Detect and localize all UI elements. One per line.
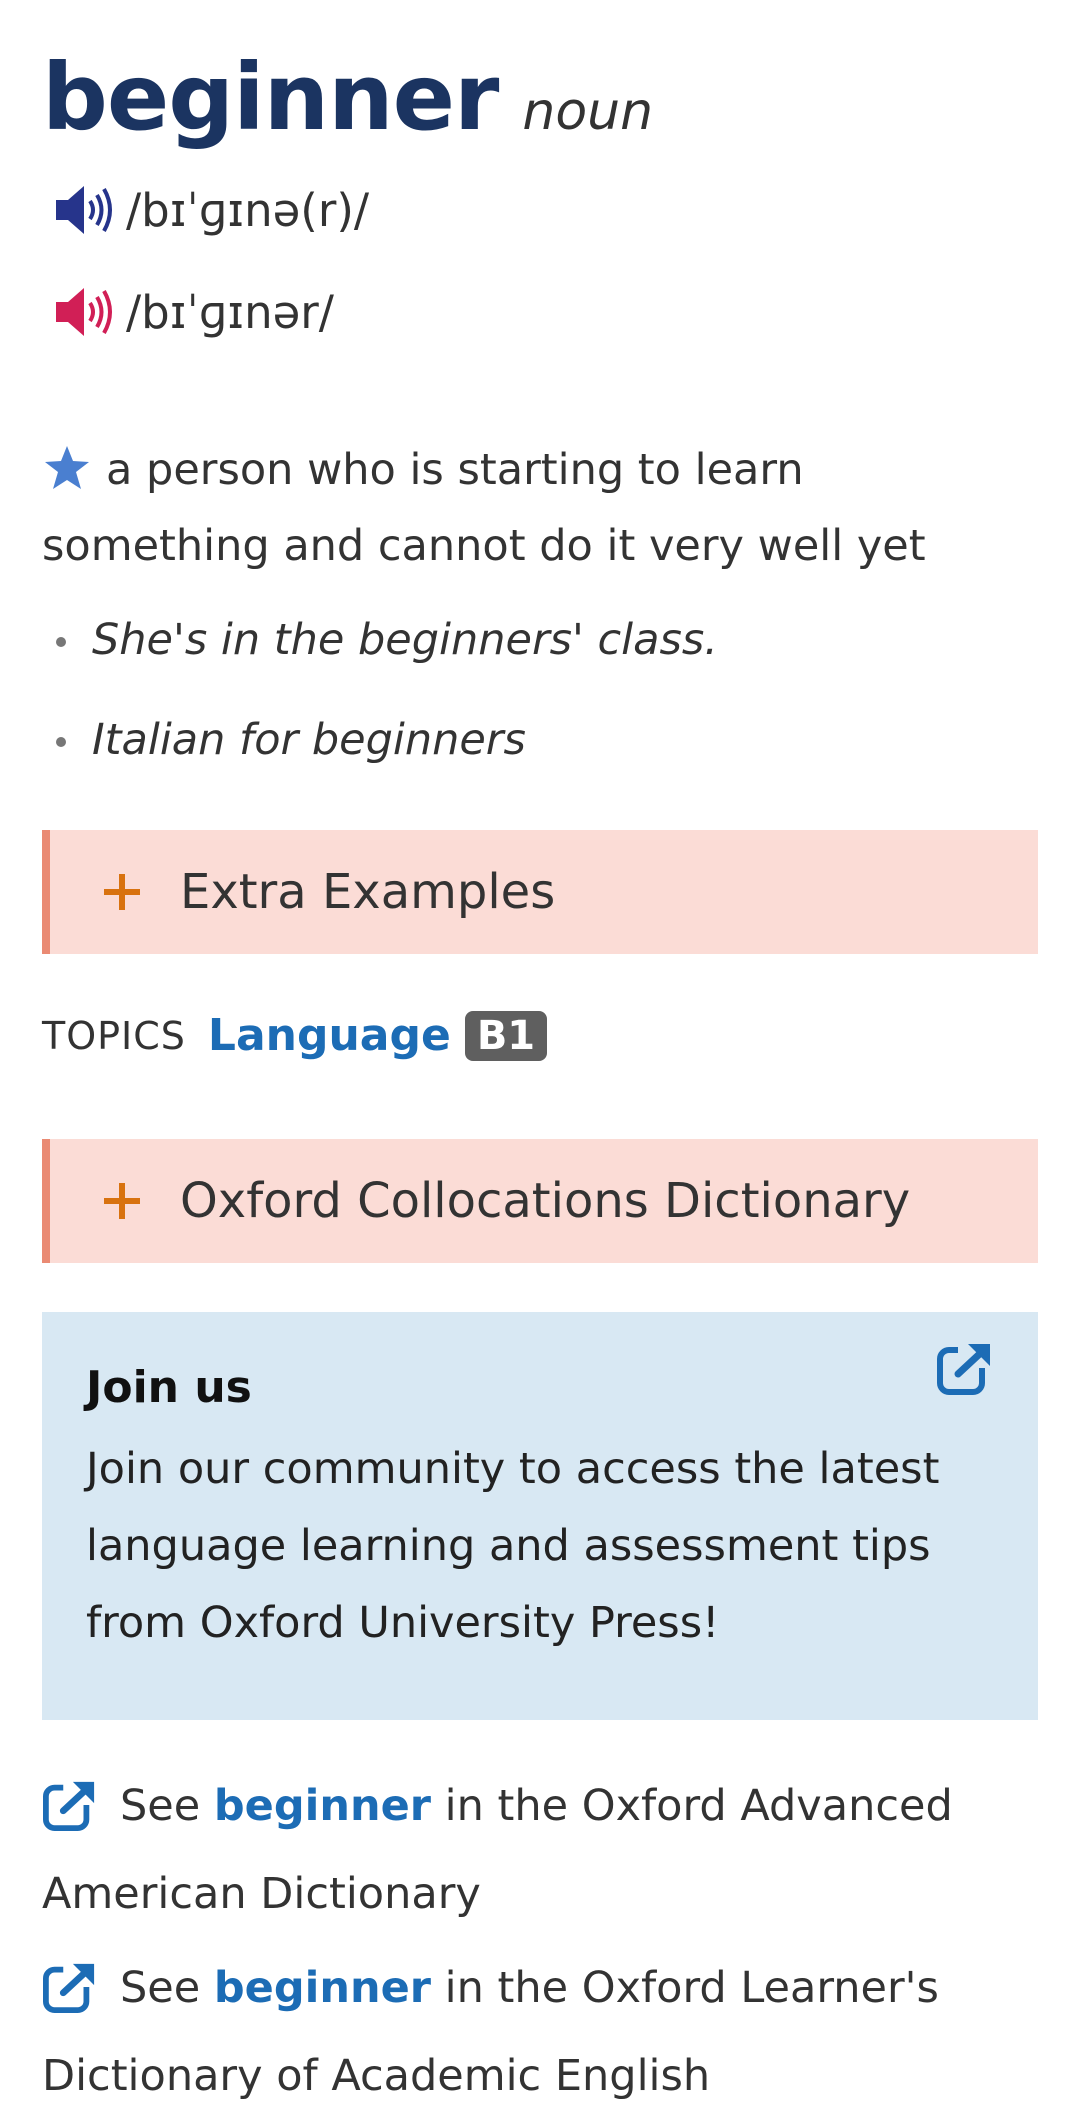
plus-icon <box>102 1181 142 1221</box>
extra-examples-expander[interactable]: Extra Examples <box>42 830 1038 954</box>
topics-row: TOPICS Language B1 <box>42 1010 548 1061</box>
example-sentence: Italian for beginners <box>42 700 1042 800</box>
topics-label: TOPICS <box>42 1013 186 1058</box>
external-link-icon[interactable] <box>936 1340 994 1396</box>
definition-text: a person who is starting to learn someth… <box>42 445 926 571</box>
definition: a person who is starting to learn someth… <box>42 432 1042 584</box>
example-list: She's in the beginners' class. Italian f… <box>42 600 1042 800</box>
topic-link-language[interactable]: Language <box>208 1010 451 1061</box>
headword: beginner <box>42 44 499 151</box>
extra-examples-label: Extra Examples <box>180 864 556 920</box>
see-also-academic: See beginner in the Oxford Learner's Dic… <box>42 1944 1042 2120</box>
join-us-text: Join our community to access the latest … <box>86 1444 940 1648</box>
pronunciation-british: /bɪˈɡɪnə(r)/ <box>52 180 369 240</box>
pronunciation-american: /bɪˈɡɪnər/ <box>52 282 334 342</box>
star-icon <box>42 440 92 489</box>
entry-header: beginner noun <box>42 44 653 151</box>
see-also-prefix: See <box>120 1781 201 1831</box>
level-badge: B1 <box>464 1010 548 1061</box>
external-link-icon[interactable] <box>42 1956 98 2014</box>
see-also-prefix: See <box>120 1963 201 2013</box>
see-also-link[interactable]: beginner <box>214 1781 431 1831</box>
example-sentence: She's in the beginners' class. <box>42 600 1042 700</box>
collocations-label: Oxford Collocations Dictionary <box>180 1173 911 1229</box>
part-of-speech: noun <box>522 82 654 142</box>
see-also-link[interactable]: beginner <box>214 1963 431 2013</box>
dictionary-entry-page: beginner noun /bɪˈɡɪnə(r)/ /bɪˈɡɪnər/ a … <box>0 0 1080 2101</box>
see-also-oaad: See beginner in the Oxford Advanced Amer… <box>42 1762 1042 1938</box>
ipa-american: /bɪˈɡɪnər/ <box>126 285 334 339</box>
collocations-expander[interactable]: Oxford Collocations Dictionary <box>42 1139 1038 1263</box>
external-link-icon[interactable] <box>42 1774 98 1832</box>
plus-icon <box>102 872 142 912</box>
speaker-icon[interactable] <box>52 282 116 342</box>
join-us-box: Join us Join our community to access the… <box>42 1312 1038 1720</box>
ipa-british: /bɪˈɡɪnə(r)/ <box>126 183 370 237</box>
join-us-title: Join us <box>86 1362 252 1413</box>
speaker-icon[interactable] <box>52 180 116 240</box>
